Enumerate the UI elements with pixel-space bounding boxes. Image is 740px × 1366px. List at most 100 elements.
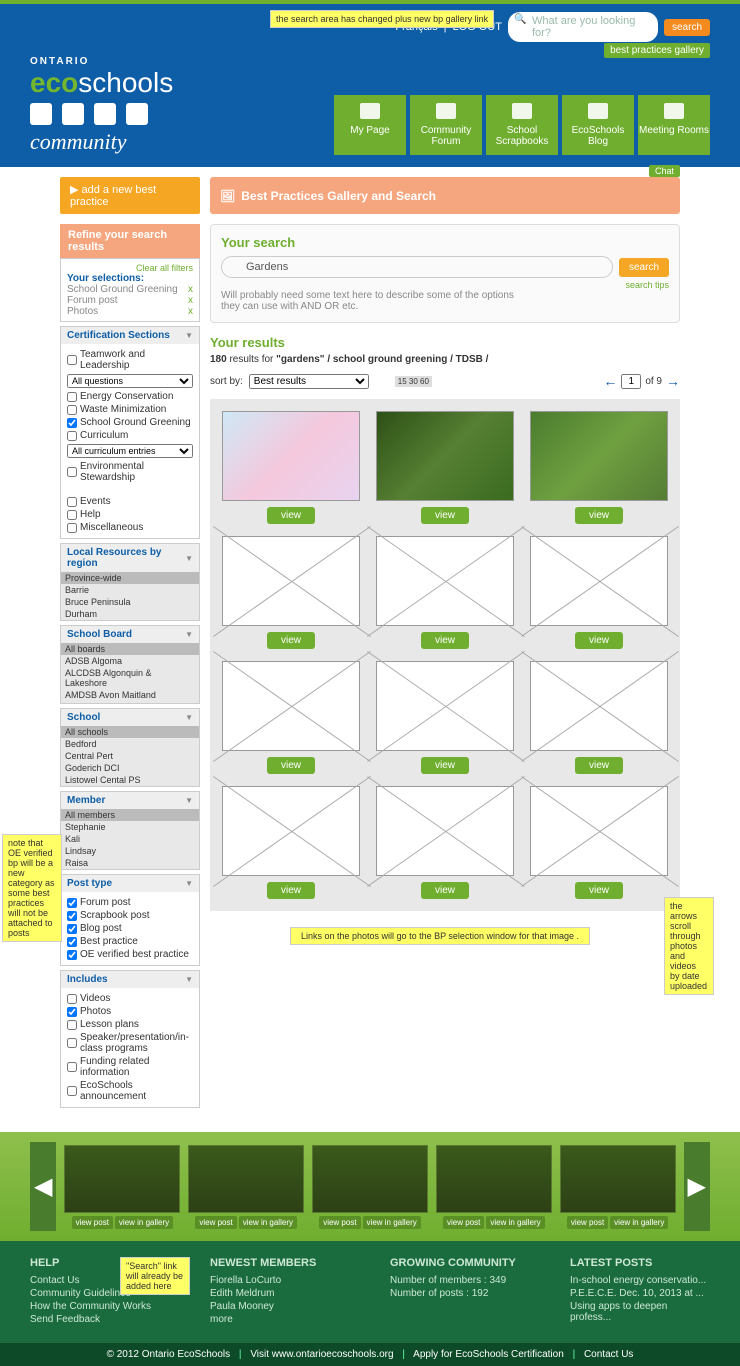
posttype-checkbox[interactable]: Best practice (67, 935, 193, 948)
cert-checkbox[interactable]: Teamwork and Leadership (67, 348, 193, 372)
clear-filters-link[interactable]: Clear all filters (67, 263, 193, 273)
list-item[interactable]: All members (61, 809, 199, 821)
view-button[interactable]: view (575, 632, 623, 649)
includes-checkbox[interactable]: Lesson plans (67, 1018, 193, 1031)
curr-subselect[interactable]: All curriculum entries (67, 444, 193, 458)
list-item[interactable]: Bruce Peninsula (61, 596, 199, 608)
cert-checkbox[interactable]: School Ground Greening (67, 416, 193, 429)
strip-image[interactable] (188, 1145, 304, 1213)
cert-checkbox[interactable]: Curriculum (67, 429, 193, 442)
result-image[interactable] (376, 661, 514, 751)
view-gallery-button[interactable]: view in gallery (115, 1216, 173, 1229)
result-image[interactable] (376, 411, 514, 501)
list-item[interactable]: All schools (61, 726, 199, 738)
posttype-checkbox[interactable]: Scrapbook post (67, 909, 193, 922)
includes-checkbox[interactable]: Funding related information (67, 1055, 193, 1079)
add-best-practice-button[interactable]: add a new best practice (60, 177, 200, 214)
nav-tab[interactable]: Community Forum (410, 95, 482, 155)
view-button[interactable]: view (267, 757, 315, 774)
footer-link[interactable]: How the Community Works (30, 1301, 170, 1312)
result-image[interactable] (530, 411, 668, 501)
view-button[interactable]: view (575, 882, 623, 899)
view-button[interactable]: view (421, 507, 469, 524)
includes-checkbox[interactable]: Speaker/presentation/in-class programs (67, 1031, 193, 1055)
footer-link[interactable]: more (210, 1314, 350, 1325)
section-school[interactable]: School (61, 709, 199, 726)
list-item[interactable]: Central Pert (61, 750, 199, 762)
list-item[interactable]: BGCDSB Bruce Grey Catholic (61, 701, 199, 703)
includes-checkbox[interactable]: Photos (67, 1005, 193, 1018)
cert-checkbox[interactable]: Miscellaneous (67, 521, 193, 534)
list-item[interactable]: Goderich DCI (61, 762, 199, 774)
bottom-link[interactable]: Apply for EcoSchools Certification (413, 1349, 564, 1360)
result-image[interactable] (222, 411, 360, 501)
prev-page-arrow[interactable]: ← (603, 373, 617, 389)
posttype-checkbox[interactable]: OE verified best practice (67, 948, 193, 961)
global-search-button[interactable]: search (664, 19, 710, 36)
includes-checkbox[interactable]: EcoSchools announcement (67, 1079, 193, 1103)
list-item[interactable]: AMDSB Avon Maitland (61, 689, 199, 701)
view-button[interactable]: view (267, 507, 315, 524)
list-item[interactable]: Listowel Cental PS (61, 774, 199, 786)
footer-link[interactable]: Using apps to deepen profess... (570, 1301, 710, 1323)
footer-link[interactable]: P.E.E.C.E. Dec. 10, 2013 at ... (570, 1288, 710, 1299)
section-member[interactable]: Member (61, 792, 199, 809)
posttype-checkbox[interactable]: Blog post (67, 922, 193, 935)
remove-filter-icon[interactable]: x (188, 306, 193, 317)
view-post-button[interactable]: view post (195, 1216, 236, 1229)
bp-gallery-link[interactable]: best practices gallery (604, 43, 710, 58)
view-button[interactable]: view (421, 882, 469, 899)
footer-link[interactable]: Paula Mooney (210, 1301, 350, 1312)
cert-checkbox[interactable]: Waste Minimization (67, 403, 193, 416)
strip-image[interactable] (436, 1145, 552, 1213)
cert-checkbox[interactable]: Energy Conservation (67, 390, 193, 403)
cert-checkbox[interactable]: Events (67, 495, 193, 508)
view-button[interactable]: view (575, 757, 623, 774)
view-post-button[interactable]: view post (443, 1216, 484, 1229)
result-image[interactable] (222, 661, 360, 751)
view-button[interactable]: view (267, 632, 315, 649)
section-includes[interactable]: Includes (61, 971, 199, 988)
list-item[interactable]: Barrie (61, 584, 199, 596)
section-region[interactable]: Local Resources by region (61, 544, 199, 572)
includes-checkbox[interactable]: Videos (67, 992, 193, 1005)
section-board[interactable]: School Board (61, 626, 199, 643)
footer-link[interactable]: Fiorella LoCurto (210, 1275, 350, 1286)
list-item[interactable]: ADSB Algoma (61, 655, 199, 667)
view-button[interactable]: view (421, 632, 469, 649)
strip-image[interactable] (64, 1145, 180, 1213)
page-size-selector[interactable]: 15 30 60 (395, 376, 432, 387)
list-item[interactable]: Province-wide (61, 572, 199, 584)
section-certification[interactable]: Certification Sections (61, 327, 199, 344)
posttype-checkbox[interactable]: Forum post (67, 896, 193, 909)
result-image[interactable] (376, 786, 514, 876)
view-post-button[interactable]: view post (567, 1216, 608, 1229)
result-image[interactable] (530, 536, 668, 626)
footer-link[interactable]: Edith Meldrum (210, 1288, 350, 1299)
list-item[interactable]: Durham (61, 608, 199, 620)
search-tips-link[interactable]: search tips (221, 280, 669, 290)
result-image[interactable] (222, 786, 360, 876)
nav-tab[interactable]: Meeting Rooms (638, 95, 710, 155)
footer-link[interactable]: Send Feedback (30, 1314, 170, 1325)
nav-tab[interactable]: School Scrapbooks (486, 95, 558, 155)
strip-image[interactable] (312, 1145, 428, 1213)
results-search-button[interactable]: search (619, 258, 669, 277)
global-search-input[interactable]: What are you looking for? (508, 12, 658, 42)
list-item[interactable]: All boards (61, 643, 199, 655)
result-image[interactable] (222, 536, 360, 626)
list-item[interactable]: Raisa (61, 857, 199, 869)
section-posttype[interactable]: Post type (61, 875, 199, 892)
bottom-link[interactable]: Visit www.ontarioecoschools.org (250, 1349, 393, 1360)
page-input[interactable] (621, 374, 641, 389)
remove-filter-icon[interactable]: x (188, 284, 193, 295)
view-button[interactable]: view (267, 882, 315, 899)
view-gallery-button[interactable]: view in gallery (239, 1216, 297, 1229)
view-post-button[interactable]: view post (72, 1216, 113, 1229)
view-post-button[interactable]: view post (319, 1216, 360, 1229)
list-item[interactable]: Bedford (61, 738, 199, 750)
results-search-input[interactable]: Gardens (221, 256, 613, 278)
strip-image[interactable] (560, 1145, 676, 1213)
sort-select[interactable]: Best results (249, 374, 369, 389)
cert-checkbox[interactable]: Environmental Stewardship (67, 460, 193, 484)
